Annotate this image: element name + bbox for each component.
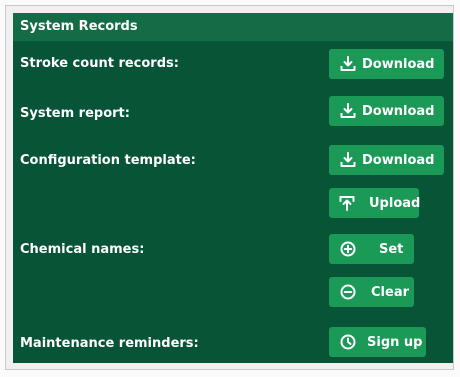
system-records-panel: System Records Stroke count records: Dow… (13, 13, 453, 363)
stroke-count-records-label: Stroke count records: (20, 56, 179, 71)
chemical-names-label: Chemical names: (20, 242, 145, 257)
chemical-names-set-button[interactable]: Set (329, 234, 414, 264)
configuration-template-label: Configuration template: (20, 153, 196, 168)
clear-label: Clear (371, 284, 409, 300)
chemical-names-clear-button[interactable]: Clear (329, 277, 414, 307)
set-label: Set (379, 241, 404, 257)
download-icon (339, 102, 357, 120)
download-label: Download (362, 103, 435, 119)
clock-icon (339, 333, 357, 351)
minus-circle-icon (339, 283, 357, 301)
panel-header: System Records (13, 13, 453, 42)
system-report-download-button[interactable]: Download (329, 96, 444, 126)
plus-circle-icon (339, 240, 357, 258)
system-report-label: System report: (20, 106, 130, 121)
upload-label: Upload (369, 195, 421, 211)
configuration-template-download-button[interactable]: Download (329, 145, 444, 175)
maintenance-reminders-label: Maintenance reminders: (20, 336, 199, 351)
download-label: Download (362, 56, 435, 72)
download-icon (339, 151, 357, 169)
stroke-count-download-button[interactable]: Download (329, 49, 444, 79)
download-icon (339, 55, 357, 73)
sign-up-label: Sign up (367, 334, 423, 350)
panel-title: System Records (20, 19, 138, 34)
configuration-template-upload-button[interactable]: Upload (329, 188, 421, 218)
upload-icon (339, 194, 355, 212)
maintenance-reminders-signup-button[interactable]: Sign up (329, 327, 426, 357)
download-label: Download (362, 152, 435, 168)
